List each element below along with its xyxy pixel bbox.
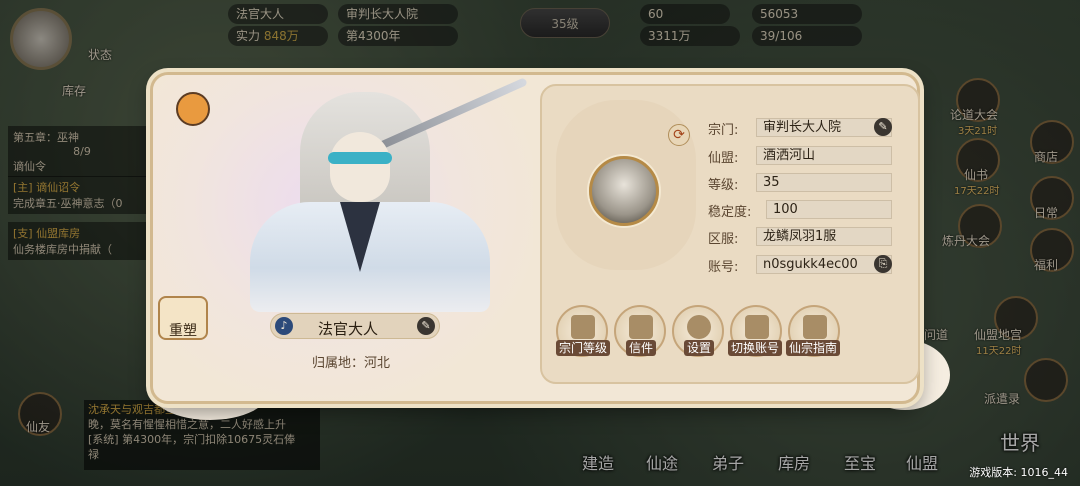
switch-account-label: 切换账号 (728, 340, 783, 356)
sect-label: 宗门: (708, 123, 739, 138)
account-value-text: n0sgukk4ec00 (763, 257, 858, 272)
copy-account-icon[interactable]: ⎘ (874, 255, 892, 273)
guide-icon (803, 315, 827, 339)
portrait-face (330, 132, 390, 202)
stability-label: 稳定度: (708, 205, 752, 220)
settings-label: 设置 (684, 340, 715, 356)
mail-icon (629, 315, 653, 339)
refresh-icon[interactable]: ⟳ (668, 124, 690, 146)
alliance-value: 酒洒河山 (756, 146, 892, 165)
game-version: 游戏版本: 1016_44 (969, 466, 1068, 479)
stability-value: 100 (766, 200, 892, 219)
alliance-label: 仙盟: (708, 151, 739, 166)
switch-account-icon (745, 315, 769, 339)
server-value: 龙鳞凤羽1服 (756, 227, 892, 246)
reshape-label: 重塑 (169, 323, 197, 339)
home-location: 归属地：河北 (312, 356, 391, 371)
guide-label: 仙宗指南 (786, 340, 841, 356)
level-value: 35 (756, 173, 892, 192)
edit-sect-icon[interactable]: ✎ (874, 118, 892, 136)
mail-label: 信件 (626, 340, 657, 356)
reshape-button[interactable]: 重塑 (158, 296, 208, 340)
sect-rank-icon (571, 315, 595, 339)
profile-avatar[interactable] (589, 156, 659, 226)
character-tag-icon (176, 92, 210, 126)
music-icon[interactable]: ♪ (275, 317, 293, 335)
edit-name-icon[interactable]: ✎ (417, 317, 435, 335)
player-name-display: 法官大人 (318, 320, 379, 338)
character-portrait (210, 77, 530, 312)
sect-rank-label: 宗门等级 (556, 340, 611, 356)
server-value-text: 龙鳞凤羽1服 (763, 229, 837, 244)
alliance-value-text: 酒洒河山 (763, 148, 816, 163)
account-value: n0sgukk4ec00 (756, 255, 892, 274)
gear-icon (687, 315, 711, 339)
level-label: 等级: (708, 178, 739, 193)
level-value-text: 35 (763, 175, 780, 190)
account-label: 账号: (708, 260, 739, 275)
portrait-mask (328, 152, 392, 164)
sect-value-text: 审判长大人院 (763, 120, 842, 135)
stability-value-text: 100 (773, 202, 798, 217)
server-label: 区服: (708, 232, 739, 247)
sect-value: 审判长大人院 (756, 118, 892, 137)
